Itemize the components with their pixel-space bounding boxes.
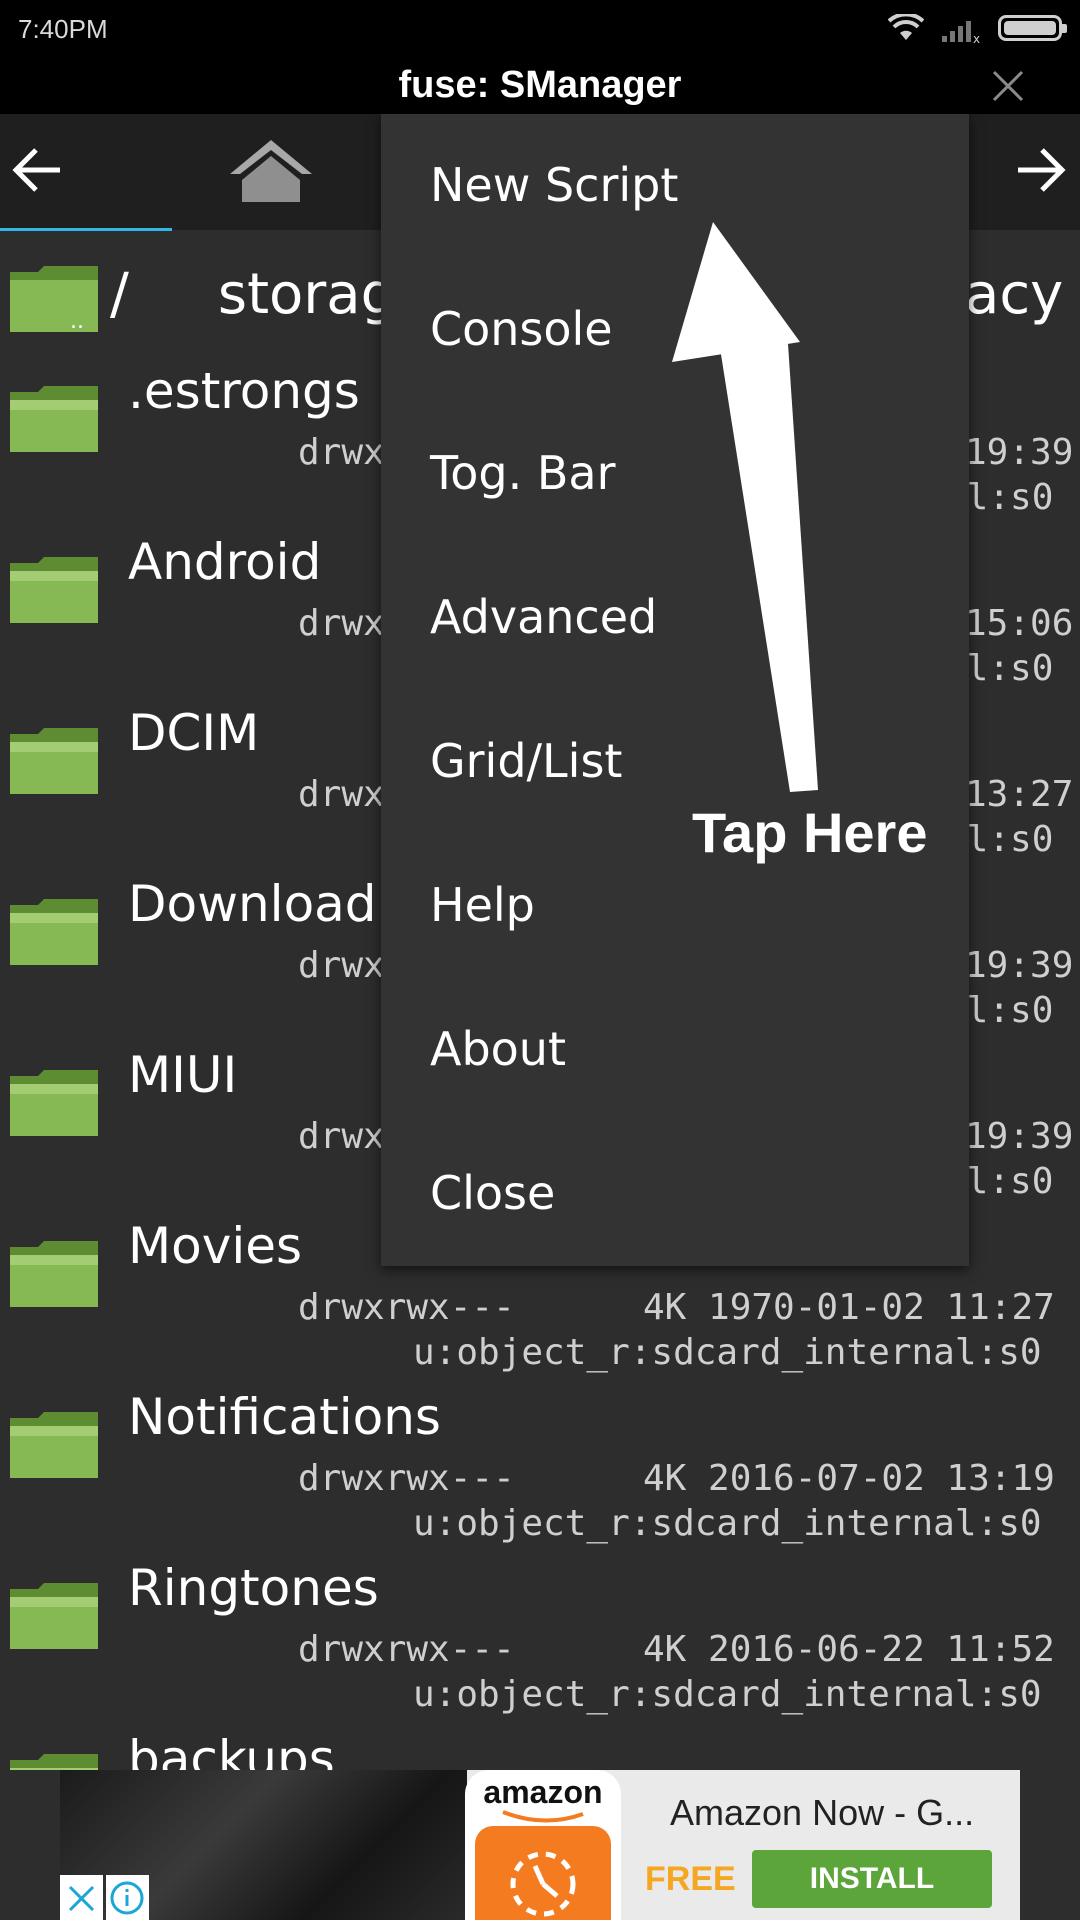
folder-icon: [8, 553, 100, 625]
folder-icon: [8, 1066, 100, 1138]
menu-item-close[interactable]: Close: [381, 1122, 969, 1266]
file-meta: 13:27: [965, 774, 1074, 815]
folder-icon: [8, 1750, 100, 1770]
ad-title: Amazon Now - G...: [670, 1792, 975, 1833]
install-button[interactable]: INSTALL: [752, 1850, 992, 1908]
file-context: u:object_r:sdcard_internal:s0: [413, 1503, 1042, 1544]
battery-icon: [998, 15, 1067, 41]
file-row[interactable]: Ringtones drwxrwx--- 4K 2016-06-22 11:52 u:…: [0, 1549, 1080, 1720]
menu-item-about[interactable]: About: [381, 978, 969, 1122]
file-permissions: drwx: [298, 603, 385, 644]
ad-close-icon[interactable]: [60, 1875, 103, 1920]
folder-icon: [8, 724, 100, 796]
menu-item-new-script[interactable]: New Script: [381, 114, 969, 258]
file-permissions: drwx: [298, 774, 385, 815]
back-arrow-icon[interactable]: [12, 144, 64, 196]
status-bar: 7:40PM x: [0, 0, 1080, 56]
amazon-logo: amazon: [465, 1770, 621, 1920]
status-time: 7:40PM: [18, 14, 108, 44]
file-permissions: drwx: [298, 945, 385, 986]
clock-tile: [475, 1826, 611, 1920]
menu-item-toggle-bar[interactable]: Tog. Bar: [381, 402, 969, 546]
home-icon[interactable]: [226, 136, 316, 206]
file-permissions: drwx: [298, 432, 385, 473]
file-name: .estrongs: [128, 362, 360, 420]
folder-icon: [8, 1579, 100, 1651]
file-meta: 19:39: [965, 432, 1074, 473]
folder-icon: [8, 382, 100, 454]
close-icon[interactable]: [988, 66, 1028, 106]
file-name: Android: [128, 533, 322, 591]
svg-text:x: x: [973, 32, 980, 44]
folder-icon: [8, 895, 100, 967]
file-permissions: drwxrwx---: [298, 1287, 515, 1328]
file-name: Ringtones: [128, 1559, 379, 1617]
ad-info-icon[interactable]: [106, 1875, 149, 1920]
file-name: DCIM: [128, 704, 260, 762]
smile-icon: [502, 1810, 584, 1823]
wifi-icon: [888, 14, 924, 40]
folder-icon: [8, 1237, 100, 1309]
menu-item-advanced[interactable]: Advanced: [381, 546, 969, 690]
path-suffix: acy: [965, 262, 1064, 327]
file-context: u:object_r:sdcard_internal:s0: [413, 1332, 1042, 1373]
file-name: Movies: [128, 1217, 303, 1275]
folder-icon: [8, 1408, 100, 1480]
file-meta: 4K 1970-01-02 11:27: [643, 1287, 1055, 1328]
file-name: Notifications: [128, 1388, 441, 1446]
svg-text:..: ..: [70, 309, 84, 334]
file-meta: 19:39: [965, 1116, 1074, 1157]
tab-indicator: [0, 228, 172, 231]
forward-arrow-icon[interactable]: [1014, 144, 1066, 196]
file-context: u:object_r:sdcard_internal:s0: [413, 1674, 1042, 1715]
title-bar: fuse: SManager: [0, 56, 1080, 114]
file-permissions: drwxrwx---: [298, 1629, 515, 1670]
menu-item-console[interactable]: Console: [381, 258, 969, 402]
window-title: fuse: SManager: [398, 64, 682, 106]
clock-icon: [510, 1851, 576, 1917]
ad-price: FREE: [645, 1860, 736, 1898]
file-name: backups: [128, 1730, 335, 1770]
file-meta: 4K 2016-07-02 13:19: [643, 1458, 1055, 1499]
overflow-menu: New Script Console Tog. Bar Advanced Gri…: [381, 114, 969, 1266]
file-meta: 4K 2016-06-22 11:52: [643, 1629, 1055, 1670]
file-row[interactable]: Notifications drwxrwx--- 4K 2016-07-02 13:…: [0, 1378, 1080, 1549]
file-name: MIUI: [128, 1046, 238, 1104]
file-meta: 15:06: [965, 603, 1074, 644]
ad-banner[interactable]: amazon Amazon Now - G... FREE INSTALL: [60, 1770, 1020, 1920]
file-permissions: drwxrwx---: [298, 1458, 515, 1499]
path-prefix: / storag: [110, 262, 397, 327]
signal-icon: x: [942, 21, 980, 44]
folder-up-icon: ..: [10, 266, 98, 334]
file-name: Download: [128, 875, 377, 933]
file-meta: 19:39: [965, 945, 1074, 986]
file-row[interactable]: backups: [0, 1720, 1080, 1770]
file-permissions: drwx: [298, 1116, 385, 1157]
annotation-label: Tap Here: [692, 801, 928, 864]
